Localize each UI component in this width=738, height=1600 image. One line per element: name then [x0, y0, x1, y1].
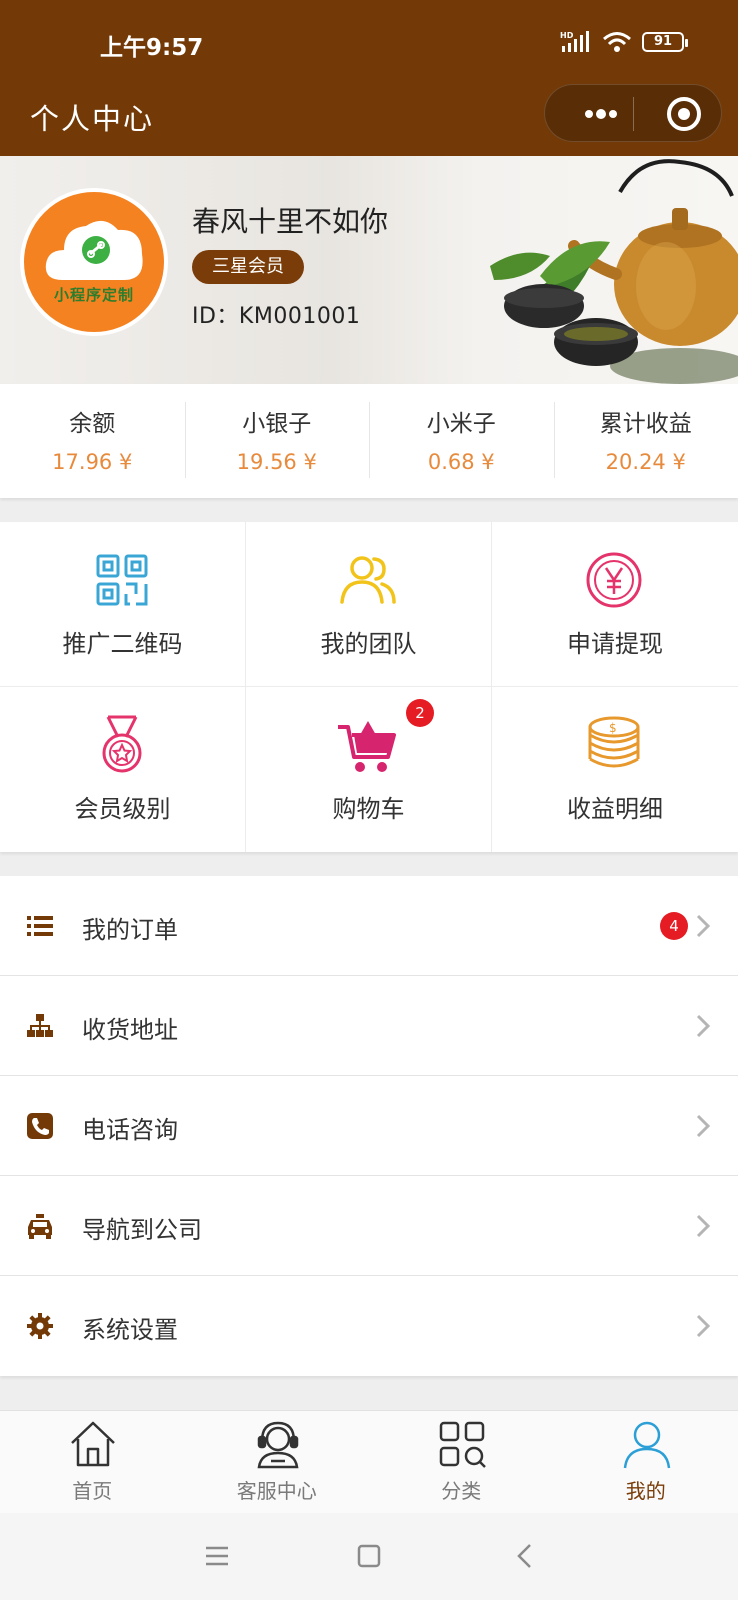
nav-bar: 个人中心	[0, 80, 738, 156]
sitemap-icon	[27, 1014, 53, 1037]
orders-count-badge: 4	[660, 912, 688, 940]
user-id: ID：KM001001	[192, 304, 361, 329]
more-dots-icon[interactable]	[571, 85, 631, 143]
stat-value: 20.24 ¥	[605, 450, 686, 474]
stat-value: 0.68 ¥	[427, 450, 495, 474]
balance-stats: 余额 17.96 ¥ 小银子 19.56 ¥ 小米子 0.68 ¥ 累计收益 2…	[0, 384, 738, 498]
tab-mine[interactable]: 我的	[554, 1411, 738, 1513]
grid-item-earnings-detail[interactable]: $ 收益明细	[492, 687, 738, 852]
menu-list: 我的订单 4 收货地址 电话咨询 导航到公司 系统设置	[0, 876, 738, 1376]
status-time: 上午9:57	[100, 35, 204, 61]
grid-item-label: 购物车	[332, 795, 405, 823]
team-icon	[340, 556, 396, 604]
function-grid: 推广二维码 我的团队 申请提现 会员级别 购物车 2 $ 收益明细	[0, 522, 738, 852]
home-square-icon[interactable]	[352, 1539, 386, 1573]
profile-header: 小程序定制 春风十里不如你 三星会员 ID：KM001001	[0, 156, 738, 384]
status-bar: 上午9:57 HD 91	[0, 0, 738, 80]
stat-rice[interactable]: 小米子 0.68 ¥	[369, 384, 554, 498]
menu-item-orders[interactable]: 我的订单 4	[0, 876, 738, 976]
medal-icon	[102, 715, 142, 773]
menu-item-address[interactable]: 收货地址	[0, 976, 738, 1076]
capsule-divider	[633, 97, 634, 131]
signal-icon: HD	[560, 31, 589, 52]
grid-item-withdraw[interactable]: 申请提现	[492, 522, 738, 687]
page-title: 个人中心	[30, 102, 155, 136]
chevron-right-icon	[696, 914, 711, 938]
grid-item-label: 申请提现	[567, 630, 663, 658]
target-icon[interactable]	[655, 85, 713, 143]
tab-home[interactable]: 首页	[0, 1411, 185, 1513]
grid-item-member-level[interactable]: 会员级别	[0, 687, 246, 852]
home-icon	[71, 1421, 115, 1467]
tab-label: 首页	[72, 1479, 113, 1503]
menu-item-navigate[interactable]: 导航到公司	[0, 1176, 738, 1276]
menu-item-label: 导航到公司	[82, 1216, 202, 1244]
grid-item-label: 会员级别	[74, 795, 171, 823]
grid-item-label: 推广二维码	[62, 630, 183, 658]
menu-icon[interactable]	[200, 1539, 234, 1573]
category-icon	[439, 1421, 486, 1468]
mini-program-capsule	[544, 84, 722, 142]
gear-icon	[27, 1313, 53, 1339]
stat-balance[interactable]: 余额 17.96 ¥	[0, 384, 185, 498]
menu-item-label: 我的订单	[82, 916, 178, 944]
stat-label: 小银子	[242, 411, 312, 437]
cart-icon	[338, 721, 396, 772]
qr-code-icon	[96, 554, 148, 606]
stat-silver[interactable]: 小银子 19.56 ¥	[184, 384, 370, 498]
teapot-illustration	[490, 159, 738, 384]
coins-icon: $	[588, 716, 640, 768]
stat-label: 余额	[69, 411, 116, 437]
grid-item-label: 我的团队	[320, 630, 417, 658]
stat-value: 19.56 ¥	[236, 450, 317, 474]
customer-service-icon	[257, 1421, 298, 1469]
bottom-tab-bar: 首页 客服中心 分类 我的	[0, 1410, 738, 1513]
chevron-right-icon	[696, 1314, 711, 1338]
battery-indicator: 91	[642, 32, 688, 52]
list-icon	[27, 916, 53, 936]
phone-icon	[27, 1113, 53, 1139]
chevron-right-icon	[696, 1114, 711, 1138]
wifi-icon	[603, 32, 631, 52]
chevron-right-icon	[696, 1214, 711, 1238]
tab-label: 客服中心	[236, 1479, 317, 1503]
svg-text:$: $	[609, 721, 617, 735]
menu-item-label: 收货地址	[82, 1016, 178, 1044]
taxi-icon	[28, 1214, 52, 1239]
menu-item-label: 系统设置	[82, 1316, 178, 1344]
tab-label: 我的	[625, 1479, 666, 1503]
stat-value: 17.96 ¥	[52, 450, 133, 474]
avatar-logo-text: 小程序定制	[53, 286, 134, 304]
back-icon[interactable]	[508, 1539, 542, 1573]
stat-label: 累计收益	[599, 411, 692, 437]
tab-category[interactable]: 分类	[369, 1411, 554, 1513]
yen-coin-icon	[586, 552, 642, 608]
grid-item-label: 收益明细	[567, 795, 663, 823]
cart-count-badge: 2	[406, 699, 434, 727]
system-nav-bar	[0, 1513, 738, 1600]
menu-item-settings[interactable]: 系统设置	[0, 1276, 738, 1376]
user-icon	[623, 1421, 670, 1469]
grid-item-promo-qr[interactable]: 推广二维码	[0, 522, 246, 687]
member-level-badge: 三星会员	[192, 250, 304, 284]
stat-label: 小米子	[426, 411, 496, 437]
tab-customer-service[interactable]: 客服中心	[185, 1411, 370, 1513]
tab-label: 分类	[441, 1479, 482, 1503]
user-name: 春风十里不如你	[192, 205, 389, 238]
avatar[interactable]: 小程序定制	[20, 188, 168, 336]
grid-item-my-team[interactable]: 我的团队	[246, 522, 492, 687]
stat-total-earnings[interactable]: 累计收益 20.24 ¥	[553, 384, 738, 498]
svg-text:HD: HD	[560, 31, 574, 40]
menu-item-label: 电话咨询	[82, 1116, 178, 1144]
chevron-right-icon	[696, 1014, 711, 1038]
grid-item-cart[interactable]: 购物车 2	[246, 687, 492, 852]
cloud-logo-icon	[45, 220, 143, 280]
menu-item-phone[interactable]: 电话咨询	[0, 1076, 738, 1176]
